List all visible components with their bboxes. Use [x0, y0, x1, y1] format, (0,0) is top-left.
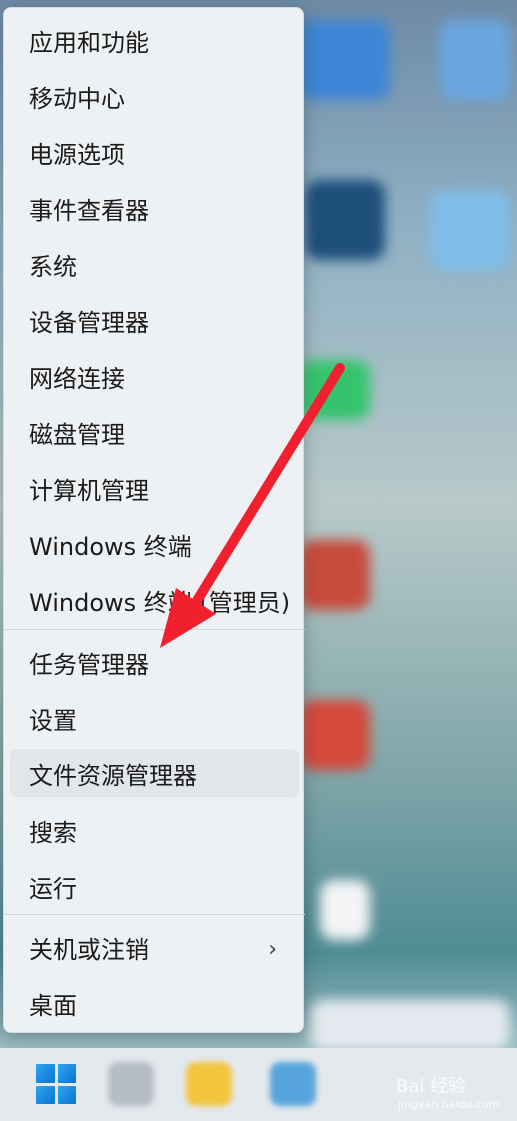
- annotation-arrow-head: [160, 588, 216, 648]
- annotation-arrow-shaft: [185, 363, 345, 617]
- annotation-arrow: [160, 363, 345, 648]
